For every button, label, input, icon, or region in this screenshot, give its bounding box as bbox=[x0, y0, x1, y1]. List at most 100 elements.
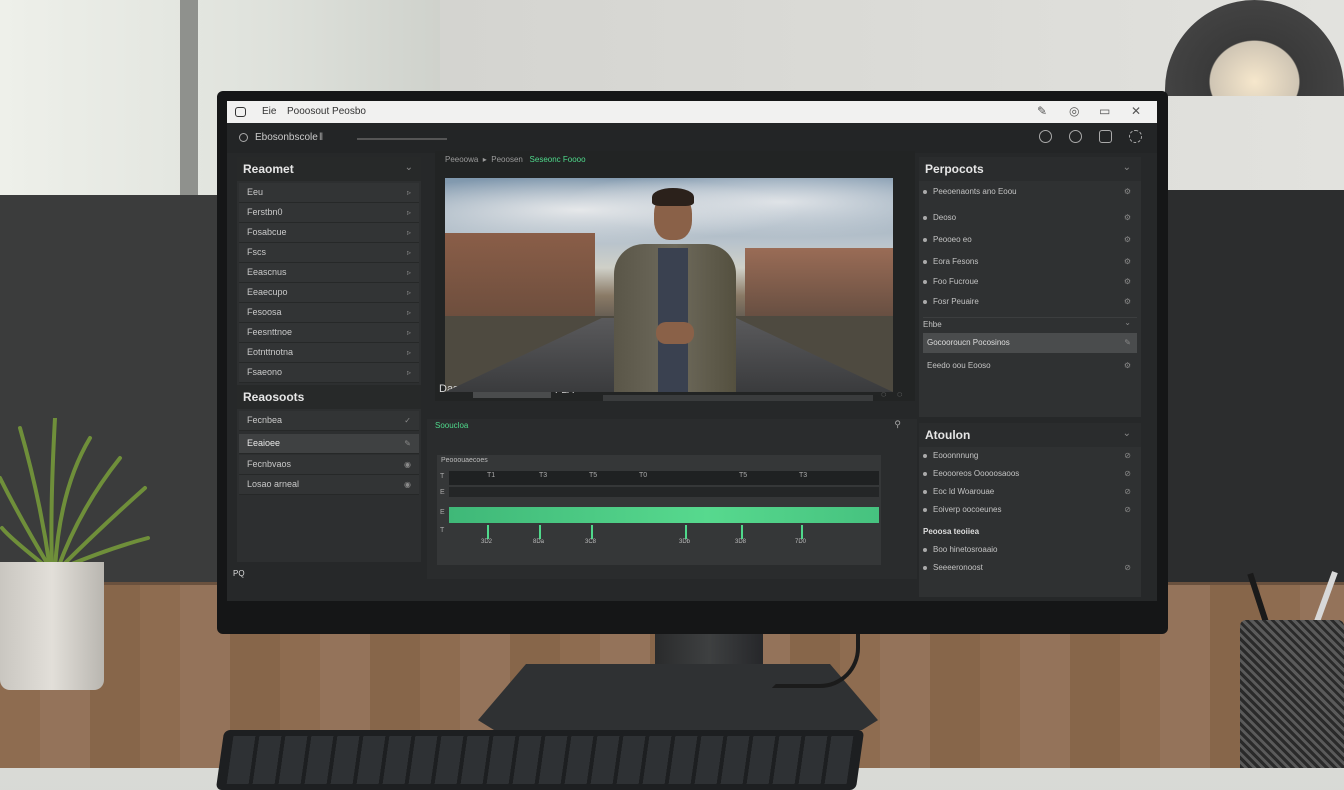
play-icon: ▹ bbox=[406, 308, 411, 317]
project-name[interactable]: Ebosonbscole bbox=[255, 132, 318, 143]
clip-marker[interactable] bbox=[487, 525, 489, 539]
list-item[interactable]: Eeaecupo ▹ bbox=[239, 283, 419, 303]
toggle-icon: ⊘ bbox=[1124, 563, 1131, 572]
property-item[interactable]: Deoso ⚙ bbox=[923, 213, 1137, 222]
close-button[interactable]: ✕ bbox=[1131, 104, 1141, 118]
property-item[interactable]: Eora Fesons ⚙ bbox=[923, 257, 1137, 266]
settings-icon[interactable]: ◌ bbox=[897, 389, 902, 399]
pencil-icon: ✎ bbox=[404, 439, 411, 448]
circle-icon[interactable] bbox=[1069, 130, 1082, 143]
play-icon: ▹ bbox=[406, 328, 411, 337]
list-item[interactable]: Eeu ▹ bbox=[239, 183, 419, 203]
properties-title: Perpocots bbox=[919, 157, 1141, 181]
heart-outline-icon[interactable] bbox=[1039, 130, 1052, 143]
property-item[interactable]: Eeedo oou Eooso ⚙ bbox=[923, 361, 1137, 370]
gear-icon: ⚙ bbox=[1123, 297, 1131, 306]
list-item[interactable]: Ferstbn0 ▹ bbox=[239, 203, 419, 223]
playback-scrubber[interactable] bbox=[603, 395, 873, 401]
preview-panel: Peeoowa ▸ Peoosen Seseonc Foooo ◌ ◌ bbox=[435, 151, 915, 401]
video-track[interactable] bbox=[449, 487, 879, 497]
property-item[interactable]: Peooeo eo ⚙ bbox=[923, 235, 1137, 244]
list-item[interactable]: Fesoosa ▹ bbox=[239, 303, 419, 323]
audio-item[interactable]: Boo hinetosroaaio bbox=[923, 545, 1137, 554]
menu-file[interactable]: Eie bbox=[262, 106, 276, 117]
gear-icon[interactable] bbox=[1129, 130, 1142, 143]
list-item[interactable]: Losao arneal ◉ bbox=[239, 475, 419, 495]
list-item[interactable]: Fscs ▹ bbox=[239, 243, 419, 263]
list-item[interactable]: Fecnbvaos ◉ bbox=[239, 455, 419, 475]
person bbox=[610, 188, 740, 392]
chevron-down-icon[interactable]: ⌄ bbox=[405, 162, 413, 173]
clip-marker[interactable] bbox=[741, 525, 743, 539]
marker-label: 3Db bbox=[679, 539, 691, 545]
window-title: Pooosout Peosbo bbox=[287, 106, 366, 117]
audio-item[interactable]: Eooonnnung ⊘ bbox=[923, 451, 1137, 460]
clip-marker[interactable] bbox=[801, 525, 803, 539]
marker-label: 8Da bbox=[533, 539, 545, 545]
timeline-title: Sooucloa bbox=[435, 421, 469, 430]
clip-marker[interactable] bbox=[591, 525, 593, 539]
hands bbox=[656, 322, 694, 344]
search-icon[interactable]: ⚲ bbox=[894, 419, 901, 430]
list-item-label: Losao arneal bbox=[247, 479, 300, 489]
property-item[interactable]: Peeoenaonts ano Eoou ⚙ bbox=[923, 187, 1137, 196]
list-item[interactable]: Feesnttnoe ▹ bbox=[239, 323, 419, 343]
chevron-down-icon[interactable]: ⌄ bbox=[1123, 162, 1131, 173]
audio-item[interactable]: Eoc ld Woarouae ⊘ bbox=[923, 487, 1137, 496]
list-item[interactable]: Eotnttnotna ▹ bbox=[239, 343, 419, 363]
subsection-header: Ehbe ⌄ bbox=[923, 317, 1137, 329]
property-label: Deoso bbox=[933, 213, 957, 222]
audio-clip[interactable] bbox=[449, 507, 879, 523]
breadcrumb-item[interactable]: Peoosen bbox=[491, 155, 523, 164]
property-label: Peooeo eo bbox=[933, 235, 972, 244]
list-item[interactable]: Eeascnus ▹ bbox=[239, 263, 419, 283]
pin-icon[interactable]: ✎ bbox=[1037, 104, 1047, 118]
breadcrumb: Peeoowa ▸ Peoosen Seseonc Foooo bbox=[445, 155, 586, 164]
list-item[interactable]: Fosabcue ▹ bbox=[239, 223, 419, 243]
marker-label: 3D2 bbox=[481, 539, 493, 545]
marker-label: 3D8 bbox=[735, 539, 747, 545]
left-panel: Reaomet ⌄ Eeu ▹ Ferstbn0 ▹ Fosabcue ▹ Fscs ▹… bbox=[237, 157, 421, 562]
bullet-icon bbox=[923, 279, 927, 284]
toolbar: Ebosonbscole ǁ bbox=[227, 123, 1157, 153]
shirt bbox=[658, 248, 688, 392]
monitor: Eie Pooosout Peosbo ✎ ◎ ▭ ✕ Ebosonbscole… bbox=[217, 91, 1168, 634]
lock-icon[interactable] bbox=[1099, 130, 1112, 143]
audio-item-label: Eoiverp oocoeunes bbox=[933, 505, 1002, 514]
gear-icon: ⚙ bbox=[1123, 187, 1131, 196]
toggle-icon: ⊘ bbox=[1124, 469, 1131, 478]
play-icon: ▹ bbox=[406, 368, 411, 377]
property-item[interactable]: Foo Fucroue ⚙ bbox=[923, 277, 1137, 286]
video-preview[interactable] bbox=[445, 178, 893, 392]
toggle-icon: ⊘ bbox=[1124, 487, 1131, 496]
time-ruler[interactable]: T1 T3 T5 T0 T5 T3 bbox=[449, 471, 879, 485]
audio-item-label: Eeoooreos Ooooosaoos bbox=[933, 469, 1020, 478]
chevron-down-icon[interactable]: ⌄ bbox=[1123, 428, 1131, 439]
bullet-icon bbox=[923, 237, 927, 242]
ruler-tick: T0 bbox=[639, 472, 648, 479]
list-item-label: Fecnbea bbox=[247, 415, 283, 425]
breadcrumb-item[interactable]: Peeoowa bbox=[445, 155, 478, 164]
bullet-icon bbox=[923, 565, 927, 570]
list-item-label: Eeaioee bbox=[247, 438, 281, 448]
gear-icon: ⚙ bbox=[1123, 361, 1131, 370]
maximize-button[interactable]: ▭ bbox=[1099, 104, 1110, 118]
clip-marker[interactable] bbox=[539, 525, 541, 539]
property-item[interactable]: Fosr Peuaire ⚙ bbox=[923, 297, 1137, 306]
list-item-selected[interactable]: Eeaioee ✎ bbox=[239, 434, 419, 454]
clip-marker[interactable] bbox=[685, 525, 687, 539]
list-item[interactable]: Fsaeono ▹ bbox=[239, 363, 419, 383]
zoom-slider[interactable] bbox=[357, 138, 447, 140]
chevron-down-icon: ⌄ bbox=[1124, 318, 1131, 327]
audio-item[interactable]: Eeoooreos Ooooosaoos ⊘ bbox=[923, 469, 1137, 478]
minimize-button[interactable]: ◎ bbox=[1069, 104, 1079, 118]
breadcrumb-item-active[interactable]: Seseonc Foooo bbox=[530, 155, 586, 164]
list-item[interactable]: Fecnbea ✓ bbox=[239, 411, 419, 431]
subsection-label: Ehbe bbox=[923, 320, 942, 329]
project-separator: ǁ bbox=[319, 132, 324, 143]
property-label: Peeoenaonts ano Eoou bbox=[933, 187, 1017, 196]
audio-item[interactable]: Seeeeronoost ⊘ bbox=[923, 563, 1137, 572]
track-label: T bbox=[440, 473, 445, 480]
audio-item[interactable]: Eoiverp oocoeunes ⊘ bbox=[923, 505, 1137, 514]
selected-property[interactable]: Gocooroucn Pocosinos ✎ bbox=[923, 333, 1137, 353]
